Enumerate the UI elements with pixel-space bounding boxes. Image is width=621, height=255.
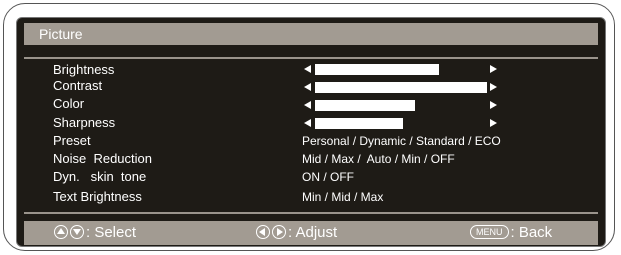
menu-key-icon: MENU	[470, 225, 509, 239]
label-dyn-skin-tone[interactable]: Dyn. skin tone	[53, 169, 146, 184]
label-noise-reduction[interactable]: Noise Reduction	[53, 151, 152, 166]
value-dyn-skin-tone[interactable]: ON / OFF	[302, 170, 354, 184]
color-slider[interactable]	[302, 99, 502, 112]
label-sharpness[interactable]: Sharpness	[53, 115, 115, 130]
brightness-slider[interactable]	[302, 63, 502, 76]
value-preset[interactable]: Personal / Dynamic / Standard / ECO	[302, 134, 501, 148]
value-text-brightness[interactable]: Min / Mid / Max	[302, 190, 383, 204]
sharpness-slider-fill	[315, 118, 403, 129]
label-brightness[interactable]: Brightness	[53, 62, 114, 77]
label-text-brightness[interactable]: Text Brightness	[53, 189, 142, 204]
contrast-slider-fill	[315, 82, 487, 93]
left-arrow-icon[interactable]	[304, 65, 311, 73]
back-label: : Back	[510, 224, 553, 241]
adjust-label: : Adjust	[288, 224, 338, 241]
menu-title-bar: Picture	[24, 23, 598, 45]
left-arrow-circle-icon	[256, 225, 270, 239]
right-arrow-icon[interactable]	[490, 65, 497, 73]
select-hint: : Select	[54, 224, 136, 241]
contrast-slider[interactable]	[302, 81, 502, 94]
up-arrow-circle-icon	[54, 225, 68, 239]
adjust-hint: : Adjust	[256, 224, 337, 241]
select-label: : Select	[86, 224, 137, 241]
sharpness-slider[interactable]	[302, 117, 502, 130]
menu-title: Picture	[39, 26, 83, 42]
back-hint: MENU: Back	[470, 224, 552, 241]
left-arrow-icon[interactable]	[304, 83, 311, 91]
top-divider	[24, 57, 598, 59]
value-noise-reduction[interactable]: Mid / Max / Auto / Min / OFF	[302, 152, 455, 166]
left-arrow-icon[interactable]	[304, 101, 311, 109]
right-arrow-icon[interactable]	[490, 119, 497, 127]
right-arrow-icon[interactable]	[490, 83, 497, 91]
label-color[interactable]: Color	[53, 96, 84, 111]
label-preset[interactable]: Preset	[53, 133, 91, 148]
color-slider-fill	[315, 100, 415, 111]
bottom-divider	[24, 212, 598, 214]
down-arrow-circle-icon	[70, 225, 84, 239]
label-contrast[interactable]: Contrast	[53, 78, 102, 93]
right-arrow-icon[interactable]	[490, 101, 497, 109]
right-arrow-circle-icon	[272, 225, 286, 239]
brightness-slider-fill	[315, 64, 439, 75]
left-arrow-icon[interactable]	[304, 119, 311, 127]
menu-footer: : Select : Adjust MENU: Back	[24, 221, 598, 245]
